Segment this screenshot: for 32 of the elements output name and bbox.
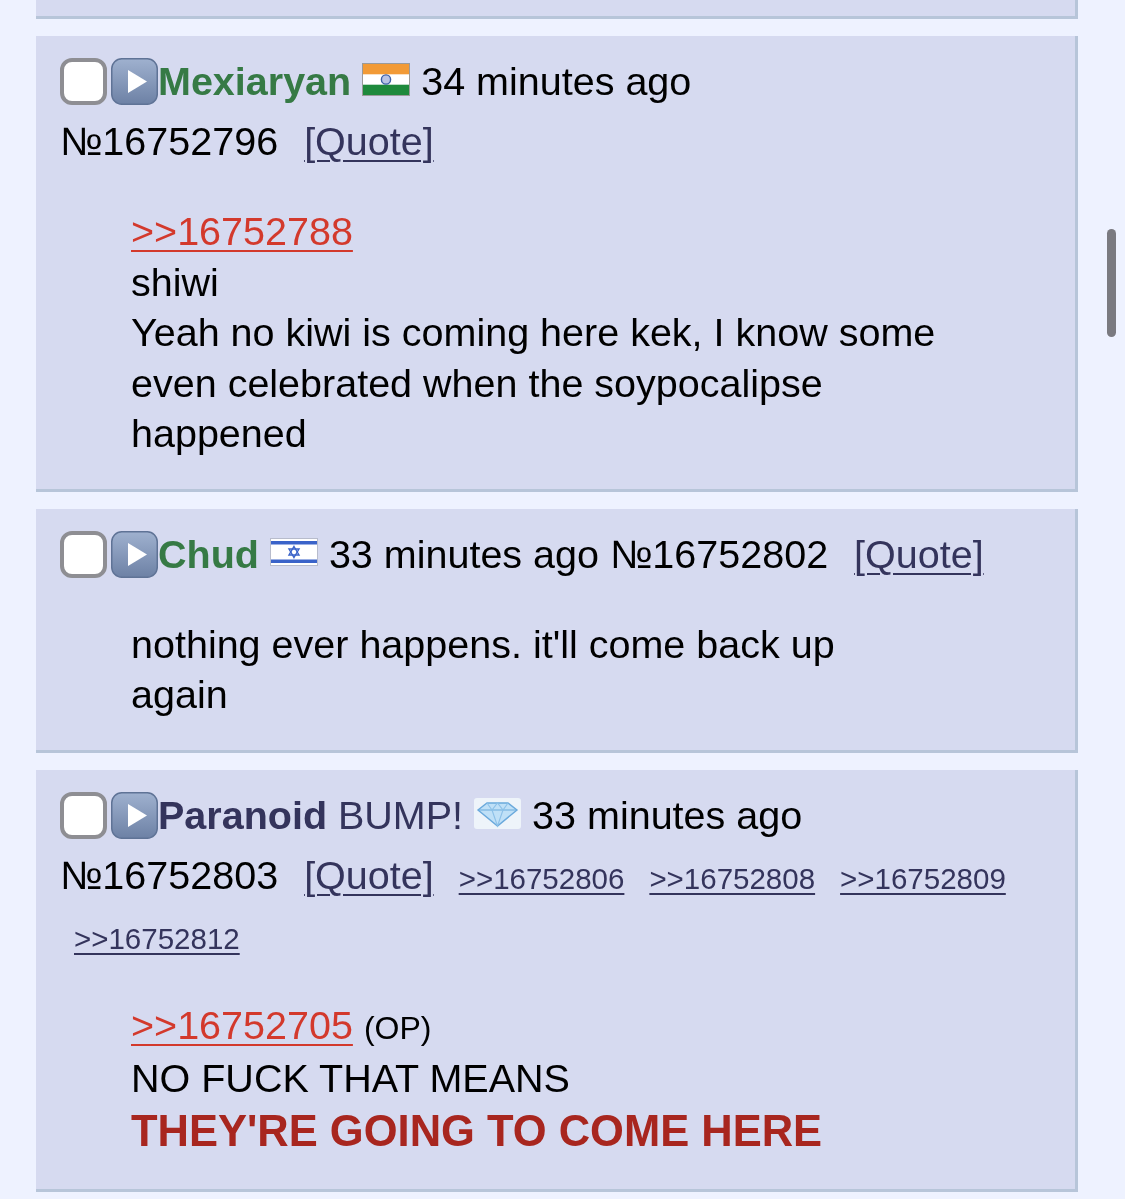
post-number: №16752796 <box>60 119 279 163</box>
quote-link[interactable]: [Quote] <box>304 852 434 897</box>
backlink[interactable]: >>16752808 <box>649 861 816 895</box>
scrollbar-thumb[interactable] <box>1107 229 1116 337</box>
quote-link[interactable]: [Quote] <box>304 119 434 163</box>
play-icon[interactable] <box>111 58 158 105</box>
flag-icon <box>269 537 318 566</box>
play-icon[interactable] <box>111 791 158 839</box>
post-number: №16752803 <box>60 852 279 897</box>
flag-icon <box>362 63 411 96</box>
poster-name: Chud <box>158 531 259 576</box>
time-label: 33 minutes ago <box>532 792 803 837</box>
message-text: nothing ever happens. it'll come back up again <box>131 621 835 716</box>
quote-link[interactable]: [Quote] <box>854 531 984 576</box>
post-number: №16752802 <box>610 531 829 576</box>
backlink[interactable]: >>16752809 <box>840 861 1006 895</box>
backlink[interactable]: >>16752806 <box>458 861 625 895</box>
capcode-label: BUMP! <box>338 792 464 837</box>
checkbox[interactable] <box>60 791 107 839</box>
backlink[interactable]: >>16752812 <box>74 921 240 955</box>
emphasized-text: THEY'RE GOING TO COME HERE <box>131 1106 823 1155</box>
checkbox[interactable] <box>60 58 107 105</box>
checkbox[interactable] <box>60 530 107 578</box>
poster-name: Mexiaryan <box>158 59 352 103</box>
play-icon[interactable] <box>111 530 158 578</box>
time-label: 34 minutes ago <box>421 59 692 103</box>
message-text: shiwi <box>131 259 219 304</box>
time-label: 33 minutes ago <box>328 531 599 576</box>
message-text: Yeah no kiwi is coming here kek, I know some even celebrated when the soypocalipse happened <box>131 310 936 455</box>
poster-name: Paranoid <box>158 792 327 837</box>
message-text: NO FUCK THAT MEANS <box>131 1056 570 1100</box>
op-label: (OP) <box>363 1009 432 1046</box>
